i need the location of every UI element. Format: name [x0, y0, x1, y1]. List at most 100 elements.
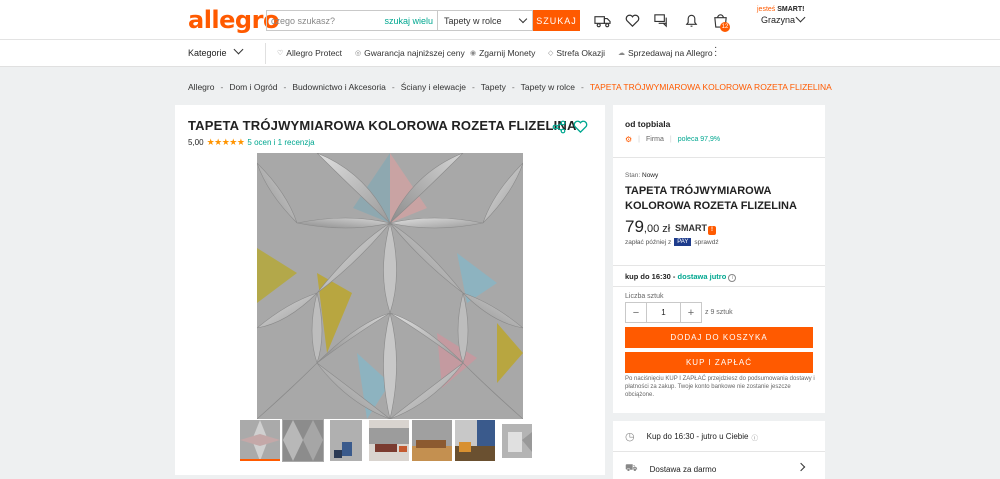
- more-menu-icon[interactable]: · · ·: [714, 43, 717, 61]
- top-header: allegro czego szukasz? szukaj wielu Tape…: [0, 0, 1000, 40]
- search-bar: czego szukasz? szukaj wielu Tapety w rol…: [266, 10, 580, 31]
- quantity-available: z 9 sztuk: [705, 309, 733, 316]
- add-to-cart-button[interactable]: DODAJ DO KOSZYKA: [625, 327, 813, 348]
- nav-item-gwarancja[interactable]: ◎ Gwarancja najniższej ceny: [355, 48, 465, 58]
- cloud-icon: ☁: [618, 50, 625, 57]
- condition-value: Nowy: [642, 172, 659, 179]
- thumbnail-5[interactable]: [412, 420, 452, 461]
- nav-divider: [265, 43, 266, 64]
- panel-divider: [613, 157, 825, 158]
- offer-title: TAPETA TRÓJWYMIAROWA KOLOROWA ROZETA FLI…: [625, 185, 797, 212]
- pay-later: zapłać później z PAY sprawdź: [625, 238, 719, 246]
- delivery-info: kup do 16:30 - dostawa jutro i: [625, 272, 737, 282]
- breadcrumb-separator: -: [283, 82, 287, 92]
- thumbnail-1[interactable]: [240, 420, 280, 461]
- delivery-truck-icon[interactable]: [594, 12, 611, 29]
- seller-prefix: od: [625, 119, 636, 129]
- thumbnail-6[interactable]: [455, 420, 495, 461]
- rating-stars: ★★★★★: [206, 137, 245, 147]
- shipping-panel: ◷ Kup do 16:30 - jutro u Ciebie ⓘ ⛟ Dost…: [613, 421, 825, 479]
- nav-item-label: Gwarancja najniższej ceny: [364, 48, 465, 58]
- tag-icon: ◇: [548, 50, 554, 57]
- buy-disclaimer: Po naciśnięciu KUP I ZAPŁAĆ przejdziesz …: [625, 376, 815, 398]
- breadcrumb-item[interactable]: Dom i Ogród: [229, 82, 277, 92]
- offer-panel: od topbiala ⚙ | Firma | poleca 97,9% Sta…: [613, 105, 825, 413]
- nav-item-monety[interactable]: ◉ Zgarnij Monety: [470, 48, 535, 58]
- panel-divider: [613, 265, 825, 266]
- chevron-down-icon[interactable]: [795, 12, 806, 23]
- buy-now-button[interactable]: KUP I ZAPŁAĆ: [625, 352, 813, 373]
- search-button[interactable]: SZUKAJ: [533, 10, 580, 31]
- panel-divider: [613, 451, 825, 452]
- favorite-heart-icon[interactable]: [573, 119, 588, 134]
- nav-item-sprzedawaj[interactable]: ☁ Sprzedawaj na Allegro: [618, 48, 713, 58]
- breadcrumb-separator: -: [471, 82, 475, 92]
- breadcrumb-separator: -: [581, 82, 584, 92]
- thumbnail-7[interactable]: [498, 420, 538, 461]
- nav-item-label: Zgarnij Monety: [479, 48, 536, 58]
- free-shipping-text: Dostawa za darmo: [649, 465, 717, 474]
- thumbnail-strip: [240, 419, 538, 462]
- messages-icon[interactable]: [653, 12, 670, 29]
- breadcrumb-item[interactable]: Tapety w rolce: [521, 82, 575, 92]
- quantity-input[interactable]: 1: [647, 302, 680, 323]
- reviews-link[interactable]: 5 ocen i 1 recenzja: [247, 138, 314, 147]
- seller-login: topbiala: [637, 119, 671, 129]
- price-cents: ,00 zł: [643, 223, 671, 235]
- pay-check-link[interactable]: sprawdź: [694, 239, 718, 246]
- rating-value: 5,00: [188, 138, 204, 147]
- condition: Stan: Nowy: [625, 172, 658, 179]
- quantity-stepper: − 1 +: [625, 302, 702, 323]
- thumbnail-4[interactable]: [369, 420, 409, 461]
- smart-badge: SMART!: [675, 223, 716, 235]
- nav-item-allegro-protect[interactable]: ♡ Allegro Protect: [277, 48, 342, 58]
- minus-button[interactable]: −: [625, 302, 647, 323]
- product-main-image[interactable]: [257, 153, 523, 419]
- search-scope-link[interactable]: szukaj wielu: [384, 16, 433, 26]
- info-icon[interactable]: ⓘ: [751, 432, 758, 442]
- breadcrumb-item[interactable]: Allegro: [188, 82, 214, 92]
- plus-button[interactable]: +: [680, 302, 702, 323]
- shipping-time-row: ◷ Kup do 16:30 - jutro u Ciebie ⓘ: [625, 430, 758, 443]
- smart-prefix: jesteś: [757, 6, 776, 13]
- pay-badge: PAY: [674, 238, 692, 246]
- nav-item-strefa-okazji[interactable]: ◇ Strefa Okazji: [548, 48, 605, 58]
- breadcrumb-item[interactable]: Tapety: [481, 82, 506, 92]
- search-input[interactable]: czego szukasz? szukaj wielu: [266, 10, 437, 31]
- super-seller-icon: ⚙: [625, 135, 633, 144]
- search-category-label: Tapety w rolce: [444, 15, 502, 26]
- categories-menu[interactable]: Kategorie: [188, 48, 227, 58]
- smart-icon: !: [708, 226, 716, 235]
- seller-name[interactable]: od topbiala: [625, 119, 670, 129]
- badge-icon: ◎: [355, 50, 362, 57]
- price-main: 79: [625, 217, 644, 236]
- breadcrumb-separator: -: [511, 82, 515, 92]
- shield-icon: ♡: [277, 50, 284, 57]
- free-shipping-row[interactable]: ⛟ Dostawa za darmo: [625, 463, 716, 476]
- bell-icon[interactable]: [683, 12, 700, 29]
- breadcrumb: Allegro - Dom i Ogród - Budownictwo i Akce…: [188, 82, 832, 92]
- nav-item-label: Strefa Okazji: [556, 48, 606, 58]
- search-category-select[interactable]: Tapety w rolce: [437, 10, 533, 31]
- delivery-prefix: kup do 16:30 -: [625, 272, 676, 281]
- thumbnail-2[interactable]: [282, 419, 324, 462]
- breadcrumb-item[interactable]: Ściany i elewacje: [401, 82, 466, 92]
- chevron-down-icon[interactable]: [233, 44, 244, 55]
- coin-icon: ◉: [470, 50, 477, 57]
- info-icon[interactable]: i: [728, 274, 737, 282]
- heart-icon[interactable]: [624, 12, 641, 29]
- seller-recommend[interactable]: poleca 97,9%: [678, 136, 720, 143]
- thumbnail-3[interactable]: [326, 420, 366, 461]
- breadcrumb-separator: -: [391, 82, 395, 92]
- wallpaper-pattern-image: [257, 153, 523, 419]
- breadcrumb-item[interactable]: Budownictwo i Akcesoria: [292, 82, 386, 92]
- chevron-right-icon[interactable]: [796, 462, 806, 472]
- share-icon[interactable]: [552, 120, 566, 134]
- product-rating: 5,00 ★★★★★ 5 ocen i 1 recenzja: [188, 137, 315, 148]
- user-name[interactable]: Grazyna: [761, 15, 795, 25]
- smart-status: jesteś SMART!: [757, 6, 804, 13]
- nav-item-label: Allegro Protect: [286, 48, 343, 58]
- seller-info: ⚙ | Firma | poleca 97,9%: [625, 135, 720, 144]
- breadcrumb-separator: -: [220, 82, 224, 92]
- shipping-time-text: Kup do 16:30 - jutro u Ciebie: [646, 432, 749, 441]
